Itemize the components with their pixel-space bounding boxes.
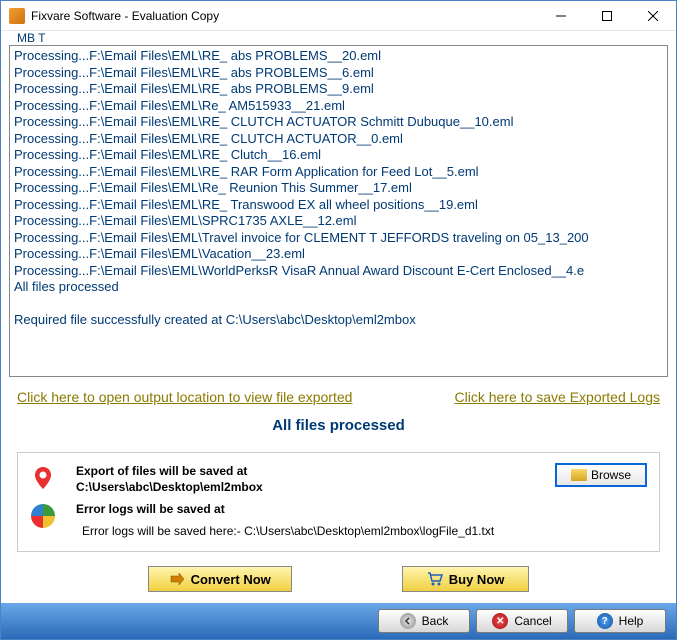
errorlog-path: Error logs will be saved here:- C:\Users… <box>76 517 647 541</box>
help-question-icon: ? <box>597 613 613 629</box>
app-window: Fixvare Software - Evaluation Copy MB T … <box>0 0 677 640</box>
export-text: Export of files will be saved at C:\User… <box>76 463 537 495</box>
export-label: Export of files will be saved at <box>76 463 537 479</box>
window-title: Fixvare Software - Evaluation Copy <box>31 9 538 23</box>
errorlog-label: Error logs will be saved at <box>76 501 647 517</box>
folder-icon <box>571 469 587 481</box>
help-label: Help <box>619 614 644 628</box>
back-label: Back <box>422 614 449 628</box>
content-area: MB T Processing...F:\Email Files\EML\RE_… <box>1 31 676 603</box>
status-text: All files processed <box>1 413 676 452</box>
pie-chart-icon <box>30 503 56 529</box>
help-button[interactable]: ? Help <box>574 609 666 633</box>
maximize-button[interactable] <box>584 1 630 30</box>
cancel-label: Cancel <box>514 614 551 628</box>
location-pin-icon <box>30 465 56 491</box>
back-button[interactable]: Back <box>378 609 470 633</box>
convert-label: Convert Now <box>191 572 271 587</box>
convert-now-button[interactable]: Convert Now <box>148 566 292 592</box>
action-row: Convert Now Buy Now <box>17 560 660 602</box>
buy-label: Buy Now <box>449 572 505 587</box>
top-cutoff-text: MB T <box>1 31 676 45</box>
buy-now-button[interactable]: Buy Now <box>402 566 530 592</box>
settings-panel: Export of files will be saved at C:\User… <box>17 452 660 552</box>
minimize-button[interactable] <box>538 1 584 30</box>
export-row: Export of files will be saved at C:\User… <box>30 463 647 495</box>
save-logs-link[interactable]: Click here to save Exported Logs <box>455 389 660 405</box>
browse-label: Browse <box>591 468 631 482</box>
export-path: C:\Users\abc\Desktop\eml2mbox <box>76 479 537 495</box>
cart-icon <box>427 571 443 587</box>
convert-icon <box>169 571 185 587</box>
titlebar: Fixvare Software - Evaluation Copy <box>1 1 676 31</box>
footer-bar: Back ✕ Cancel ? Help <box>1 603 676 639</box>
cancel-x-icon: ✕ <box>492 613 508 629</box>
errorlog-row: Error logs will be saved at Error logs w… <box>30 501 647 541</box>
log-textarea[interactable]: Processing...F:\Email Files\EML\RE_ abs … <box>9 45 668 377</box>
errorlog-text: Error logs will be saved at Error logs w… <box>76 501 647 541</box>
links-row: Click here to open output location to vi… <box>1 377 676 413</box>
log-content: Processing...F:\Email Files\EML\RE_ abs … <box>10 46 667 331</box>
browse-button[interactable]: Browse <box>555 463 647 487</box>
cancel-button[interactable]: ✕ Cancel <box>476 609 568 633</box>
app-icon <box>9 8 25 24</box>
open-output-link[interactable]: Click here to open output location to vi… <box>17 389 352 405</box>
close-button[interactable] <box>630 1 676 30</box>
window-controls <box>538 1 676 30</box>
back-arrow-icon <box>400 613 416 629</box>
